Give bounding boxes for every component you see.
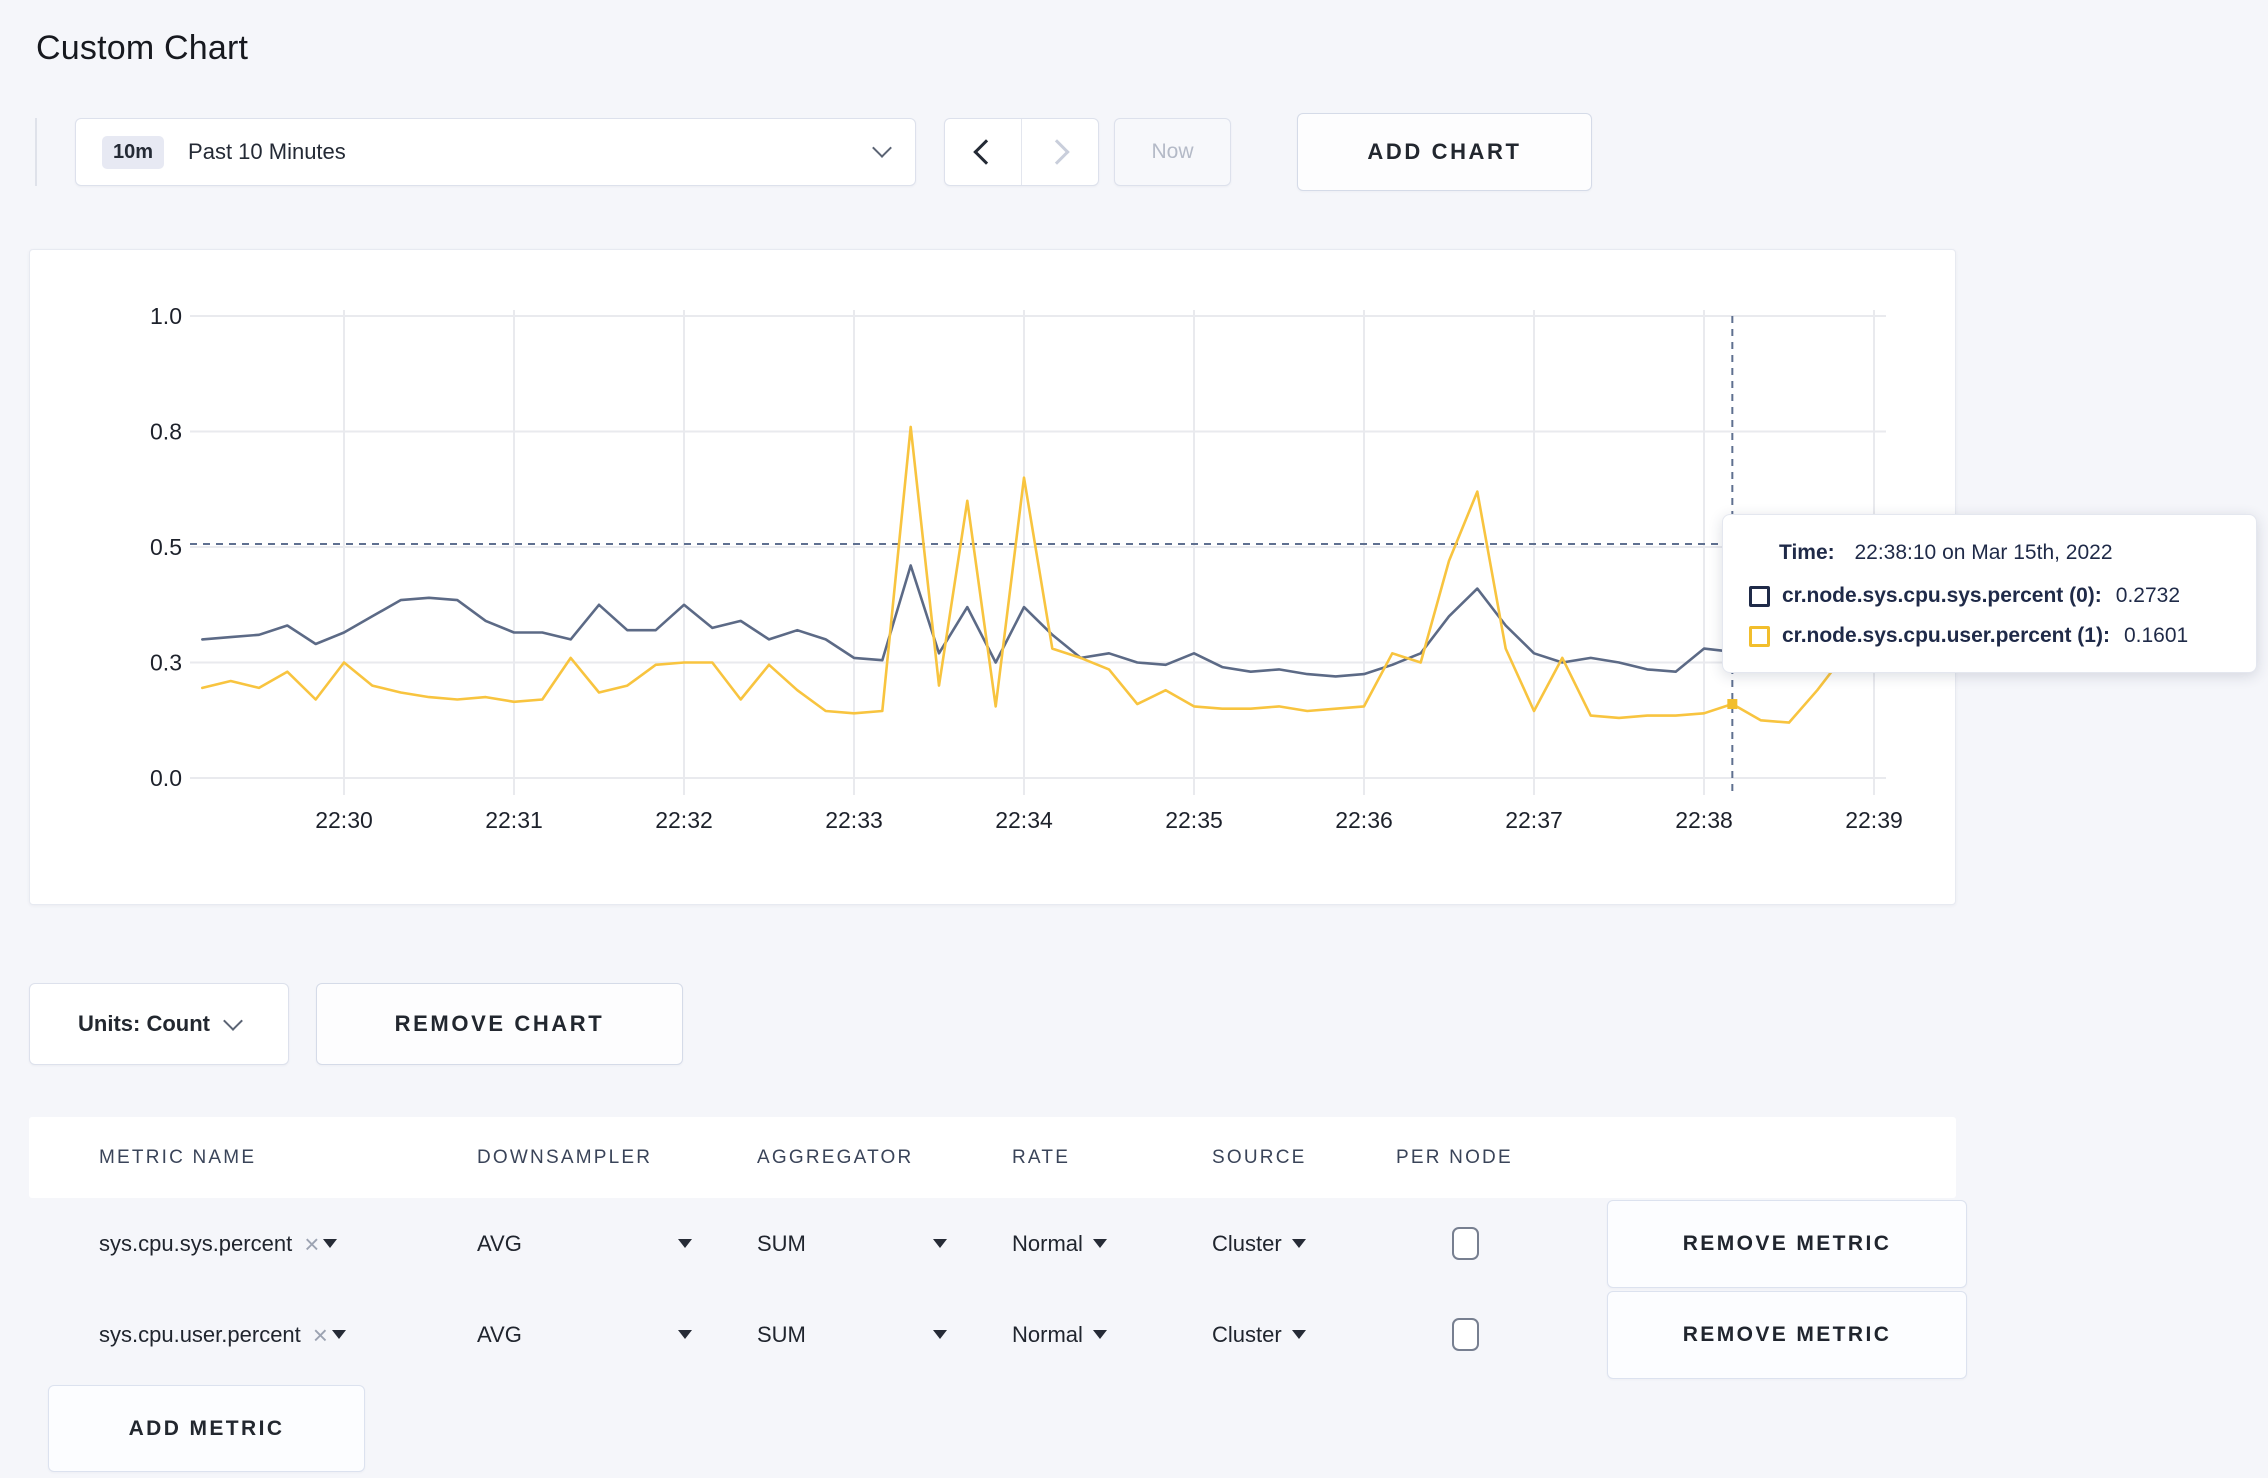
aggregator-value: SUM bbox=[757, 1321, 806, 1347]
chevron-down-icon bbox=[223, 1011, 243, 1031]
chevron-right-icon bbox=[1044, 139, 1070, 165]
metrics-table: METRIC NAME DOWNSAMPLER AGGREGATOR RATE … bbox=[29, 1117, 1967, 1472]
x-axis-tick-label: 22:39 bbox=[1845, 807, 1903, 833]
aggregator-select[interactable]: SUM bbox=[757, 1322, 947, 1348]
caret-down-icon bbox=[331, 1330, 346, 1339]
x-axis-tick-label: 22:35 bbox=[1165, 807, 1223, 833]
metric-name-select[interactable]: sys.cpu.sys.percent × bbox=[99, 1231, 477, 1257]
tooltip-series-value: 0.1601 bbox=[2123, 624, 2189, 647]
chart-footer-controls: Units: Count REMOVE CHART bbox=[29, 983, 683, 1065]
x-axis-tick-label: 22:30 bbox=[315, 807, 373, 833]
per-node-checkbox[interactable] bbox=[1452, 1318, 1479, 1351]
source-value: Cluster bbox=[1212, 1321, 1282, 1347]
downsampler-value: AVG bbox=[477, 1321, 522, 1347]
caret-down-icon bbox=[1291, 1239, 1306, 1248]
metric-name-label: sys.cpu.user.percent bbox=[99, 1321, 301, 1347]
remove-metric-button[interactable]: REMOVE METRIC bbox=[1607, 1199, 1967, 1288]
col-header-source: SOURCE bbox=[1212, 1146, 1307, 1168]
tooltip-time-row: Time: 22:38:10 on Mar 15th, 2022 bbox=[1749, 541, 2228, 565]
prev-time-button[interactable] bbox=[945, 119, 1021, 185]
col-header-metric-name: METRIC NAME bbox=[99, 1146, 257, 1168]
custom-chart-page: Custom Chart 10m Past 10 Minutes Now ADD… bbox=[0, 0, 2268, 1478]
toolbar-divider bbox=[35, 118, 37, 186]
chevron-down-icon bbox=[872, 138, 892, 158]
y-axis-tick-label: 0.8 bbox=[150, 419, 182, 445]
metric-row: sys.cpu.user.percent × AVG SUM Normal Cl… bbox=[29, 1289, 1967, 1380]
chevron-left-icon bbox=[973, 139, 999, 165]
caret-down-icon bbox=[1092, 1330, 1107, 1339]
y-axis-tick-label: 0.3 bbox=[150, 650, 182, 676]
caret-down-icon bbox=[933, 1330, 947, 1339]
x-axis-tick-label: 22:37 bbox=[1505, 807, 1563, 833]
source-select[interactable]: Cluster bbox=[1212, 1231, 1306, 1257]
rate-value: Normal bbox=[1012, 1321, 1083, 1347]
tooltip-series-name: cr.node.sys.cpu.user.percent (1): bbox=[1782, 624, 2110, 647]
tooltip-time-label: Time: bbox=[1779, 541, 1835, 564]
y-axis-tick-label: 1.0 bbox=[150, 303, 182, 329]
chart-plot-area[interactable] bbox=[190, 316, 1886, 778]
tooltip-time-value: 22:38:10 on Mar 15th, 2022 bbox=[1854, 541, 2113, 564]
metric-name-select[interactable]: sys.cpu.user.percent × bbox=[99, 1322, 477, 1348]
per-node-checkbox[interactable] bbox=[1452, 1227, 1479, 1260]
downsampler-select[interactable]: AVG bbox=[477, 1322, 692, 1348]
metric-name-label: sys.cpu.sys.percent bbox=[99, 1230, 293, 1256]
rate-select[interactable]: Normal bbox=[1012, 1322, 1107, 1348]
time-window-badge: 10m bbox=[102, 135, 165, 169]
source-value: Cluster bbox=[1212, 1230, 1282, 1256]
y-axis-tick-label: 0.5 bbox=[150, 534, 182, 560]
source-select[interactable]: Cluster bbox=[1212, 1322, 1306, 1348]
remove-chart-button[interactable]: REMOVE CHART bbox=[316, 983, 683, 1065]
time-nav-group bbox=[944, 118, 1099, 186]
clear-metric-icon[interactable]: × bbox=[304, 1231, 319, 1257]
caret-down-icon bbox=[323, 1239, 338, 1248]
series-sys-legend-icon bbox=[1749, 585, 1770, 607]
y-axis-tick-label: 0.0 bbox=[150, 765, 182, 791]
chart-tooltip: Time: 22:38:10 on Mar 15th, 2022 cr.node… bbox=[1722, 514, 2257, 673]
col-header-aggregator: AGGREGATOR bbox=[757, 1146, 914, 1168]
caret-down-icon bbox=[1092, 1239, 1107, 1248]
add-chart-button[interactable]: ADD CHART bbox=[1297, 113, 1592, 191]
rate-select[interactable]: Normal bbox=[1012, 1231, 1107, 1257]
x-axis-tick-label: 22:36 bbox=[1335, 807, 1393, 833]
x-axis-tick-label: 22:33 bbox=[825, 807, 883, 833]
now-button[interactable]: Now bbox=[1114, 118, 1231, 186]
tooltip-series-value: 0.2732 bbox=[2115, 584, 2181, 607]
remove-metric-button[interactable]: REMOVE METRIC bbox=[1607, 1290, 1967, 1379]
x-axis-tick-label: 22:32 bbox=[655, 807, 713, 833]
aggregator-select[interactable]: SUM bbox=[757, 1231, 947, 1257]
next-time-button[interactable] bbox=[1021, 119, 1098, 185]
aggregator-value: SUM bbox=[757, 1230, 806, 1256]
col-header-rate: RATE bbox=[1012, 1146, 1071, 1168]
metric-row: sys.cpu.sys.percent × AVG SUM Normal Clu… bbox=[29, 1198, 1967, 1289]
rate-value: Normal bbox=[1012, 1230, 1083, 1256]
col-header-downsampler: DOWNSAMPLER bbox=[477, 1146, 653, 1168]
downsampler-select[interactable]: AVG bbox=[477, 1231, 692, 1257]
time-range-selector[interactable]: 10m Past 10 Minutes bbox=[75, 118, 916, 186]
add-metric-button[interactable]: ADD METRIC bbox=[48, 1385, 365, 1472]
caret-down-icon bbox=[933, 1239, 947, 1248]
series-user-legend-icon bbox=[1749, 625, 1770, 647]
tooltip-series-row: cr.node.sys.cpu.sys.percent (0): 0.2732 bbox=[1749, 584, 2228, 608]
toolbar: 10m Past 10 Minutes Now ADD CHART bbox=[35, 112, 1592, 192]
units-label: Units: Count bbox=[78, 1011, 210, 1036]
page-title: Custom Chart bbox=[36, 28, 249, 67]
col-header-per-node: PER NODE bbox=[1396, 1146, 1513, 1168]
metrics-table-header: METRIC NAME DOWNSAMPLER AGGREGATOR RATE … bbox=[29, 1117, 1956, 1198]
caret-down-icon bbox=[1291, 1330, 1306, 1339]
time-window-label: Past 10 Minutes bbox=[188, 139, 346, 164]
x-axis-tick-label: 22:31 bbox=[485, 807, 543, 833]
units-selector[interactable]: Units: Count bbox=[29, 983, 289, 1065]
caret-down-icon bbox=[678, 1330, 692, 1339]
tooltip-series-row: cr.node.sys.cpu.user.percent (1): 0.1601 bbox=[1749, 624, 2228, 648]
chart-panel: 1.0 0.8 0.5 0.3 0.0 22:30 22:31 22:32 22:33 22:34… bbox=[29, 249, 2257, 905]
downsampler-value: AVG bbox=[477, 1230, 522, 1256]
caret-down-icon bbox=[678, 1239, 692, 1248]
x-axis-tick-label: 22:34 bbox=[995, 807, 1053, 833]
clear-metric-icon[interactable]: × bbox=[313, 1322, 328, 1348]
tooltip-series-name: cr.node.sys.cpu.sys.percent (0): bbox=[1782, 584, 2102, 607]
x-axis-tick-label: 22:38 bbox=[1675, 807, 1733, 833]
